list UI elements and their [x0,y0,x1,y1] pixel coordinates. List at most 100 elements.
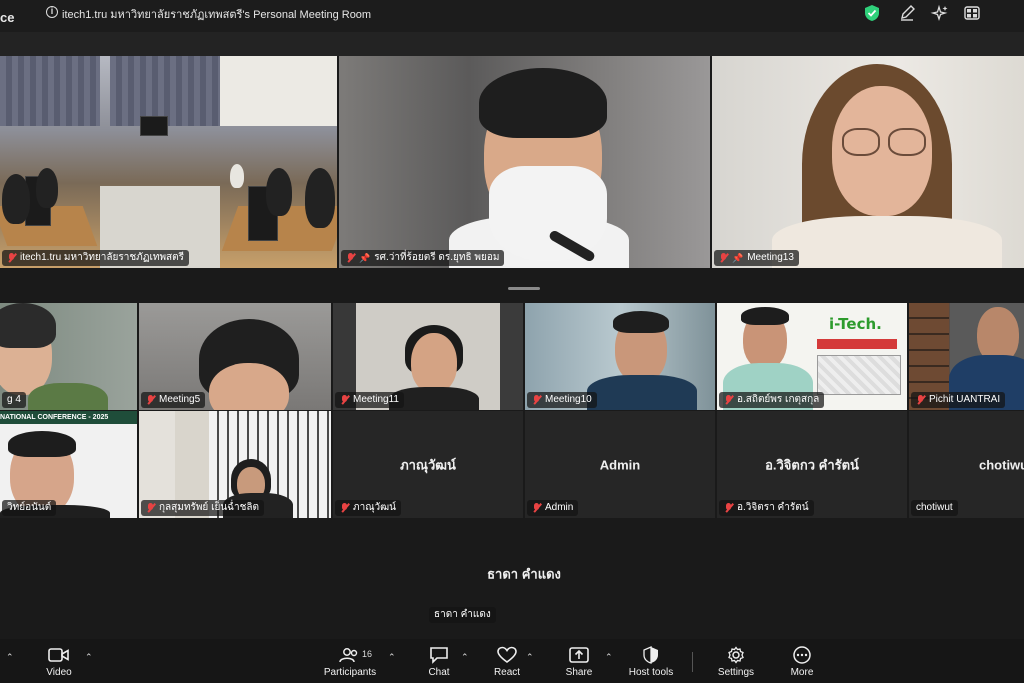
name-tag: กุลสุมทรัพย์ เย็นฉ่ำชลิต [141,500,265,516]
name-tag: Meeting11 [335,392,404,408]
name-tag: อ.วิจิตรา คำรัตน์ [719,500,814,516]
chat-bubble-icon [430,647,448,664]
participant-name: รศ.ว่าที่ร้อยตรี ดร.ยุทธิ พยอม [374,252,500,263]
more-dots-icon [793,646,811,664]
react-options-caret[interactable]: ⌃ [526,652,534,663]
participant-display-name: อ.วิจิตกว คำรัตน์ [765,457,859,472]
video-tile-meeting11[interactable]: Meeting11 [333,303,523,410]
muted-mic-icon [724,503,733,513]
host-tools-button[interactable]: Host tools [626,646,676,682]
participant-name: วิทย์อนันต์ [7,502,52,513]
wall-window [220,56,337,126]
muted-mic-icon [7,253,16,263]
participant-display-name: chotiwu [979,457,1024,472]
participant-name: Admin [545,502,574,513]
name-tag: ภาณุวัฒน์ [335,500,401,516]
video-tile-pichit[interactable]: Pichit UANTRAI [909,303,1024,410]
muted-mic-icon [532,395,541,405]
name-tag: chotiwut [911,500,958,516]
chat-options-caret[interactable]: ⌃ [461,652,469,663]
participant-name: Meeting10 [545,394,592,405]
share-screen-icon [569,647,589,663]
share-options-caret[interactable]: ⌃ [605,652,613,663]
video-tile-yutthi[interactable]: 📌 รศ.ว่าที่ร้อยตรี ดร.ยุทธิ พยอม [339,56,710,268]
hair [0,303,56,348]
video-tile-itech1[interactable]: itech1.tru มหาวิทยาลัยราชภัฏเทพสตรี [0,56,337,268]
name-tag: 📌 Meeting13 [714,250,799,266]
participant-name: g 4 [7,394,21,405]
video-button[interactable]: Video [40,646,78,682]
share-button[interactable]: Share [564,646,594,682]
muted-mic-icon [916,395,925,405]
conference-banner: NATIONAL CONFERENCE - 2025 [0,411,137,424]
app-name-fragment: ce [0,10,15,25]
name-tag: itech1.tru มหาวิทยาลัยราชภัฏเทพสตรี [2,250,190,266]
video-tile-meeting5[interactable]: Meeting5 [139,303,331,410]
heart-icon [497,646,517,663]
person [266,168,292,216]
tile-admin[interactable]: Admin Admin [525,411,715,518]
gear-icon [728,646,744,664]
name-tag: Meeting5 [141,392,206,408]
chat-button[interactable]: Chat [424,646,454,682]
hair [741,307,789,325]
muted-mic-icon [146,395,155,405]
chat-label: Chat [428,667,450,678]
itech-logo-text: i-Tech. [829,315,882,333]
tile-phanuwat[interactable]: ภาณุวัฒน์ ภาณุวัฒน์ [333,411,523,518]
shield-icon [643,646,658,664]
participants-label: Participants [323,667,377,678]
glasses-left [842,128,880,156]
participant-display-name: ภาณุวัฒน์ [400,457,456,472]
host-tools-label: Host tools [628,667,674,678]
participant-name: Pichit UANTRAI [929,394,1001,405]
shirt [28,383,108,410]
video-camera-icon [48,648,69,662]
resize-handle[interactable] [508,287,540,290]
ai-companion-sparkle-icon[interactable] [930,4,950,22]
name-tag: Meeting10 [527,392,597,408]
video-tile-meeting10[interactable]: Meeting10 [525,303,715,410]
person [230,164,244,188]
audio-options-caret[interactable]: ⌃ [6,652,14,663]
muted-mic-icon [340,503,349,513]
poster-banner [817,339,897,349]
participant-name: Meeting13 [747,252,794,263]
annotate-pen-icon[interactable] [898,4,918,22]
title-bar: ce i itech1.tru มหาวิทยาลัยราชภัฏเทพสตรี… [0,0,1024,32]
participant-name: Meeting5 [159,394,201,405]
participant-name: อ.สถิตย์พร เกตุสกุล [737,394,820,405]
muted-mic-icon [146,503,155,513]
video-tile-meeting13[interactable]: 📌 Meeting13 [712,56,1024,268]
face [209,363,289,410]
participants-icon [339,648,358,663]
toolbar-separator [692,652,693,672]
video-options-caret[interactable]: ⌃ [85,652,93,663]
info-icon[interactable]: i [46,6,58,18]
share-label: Share [565,667,593,678]
poster-illustration [817,355,901,395]
react-label: React [493,667,521,678]
tile-wijittra[interactable]: อ.วิจิตกว คำรัตน์ อ.วิจิตรา คำรัตน์ [717,411,907,518]
video-tile-kunsumsap[interactable]: กุลสุมทรัพย์ เย็นฉ่ำชลิต [139,411,331,518]
participant-display-name: Admin [599,457,641,472]
participant-name: ภาณุวัฒน์ [353,502,396,513]
pin-icon: 📌 [359,253,371,263]
muted-mic-icon [340,395,349,405]
pin-icon: 📌 [732,253,744,263]
monitor [140,116,168,136]
video-tile-meeting4[interactable]: g 4 [0,303,137,410]
more-button[interactable]: More [786,646,818,682]
react-button[interactable]: React [492,646,522,682]
gallery-view-icon[interactable] [962,4,982,22]
tile-thada[interactable]: ธาดา คำแดง ธาดา คำแดง [333,520,715,627]
settings-label: Settings [717,667,755,678]
participants-options-caret[interactable]: ⌃ [388,652,396,663]
video-tile-withayanan[interactable]: NATIONAL CONFERENCE - 2025 วิทย์อนันต์ [0,411,137,518]
video-tile-sathitphon[interactable]: i-Tech. อ.สถิตย์พร เกตุสกุล [717,303,907,410]
settings-button[interactable]: Settings [714,646,758,682]
participant-name: itech1.tru มหาวิทยาลัยราชภัฏเทพสตรี [20,252,185,263]
tile-chotiwut[interactable]: chotiwu chotiwut [909,411,1024,518]
muted-mic-icon [719,253,728,263]
encryption-shield-icon[interactable] [862,4,882,22]
